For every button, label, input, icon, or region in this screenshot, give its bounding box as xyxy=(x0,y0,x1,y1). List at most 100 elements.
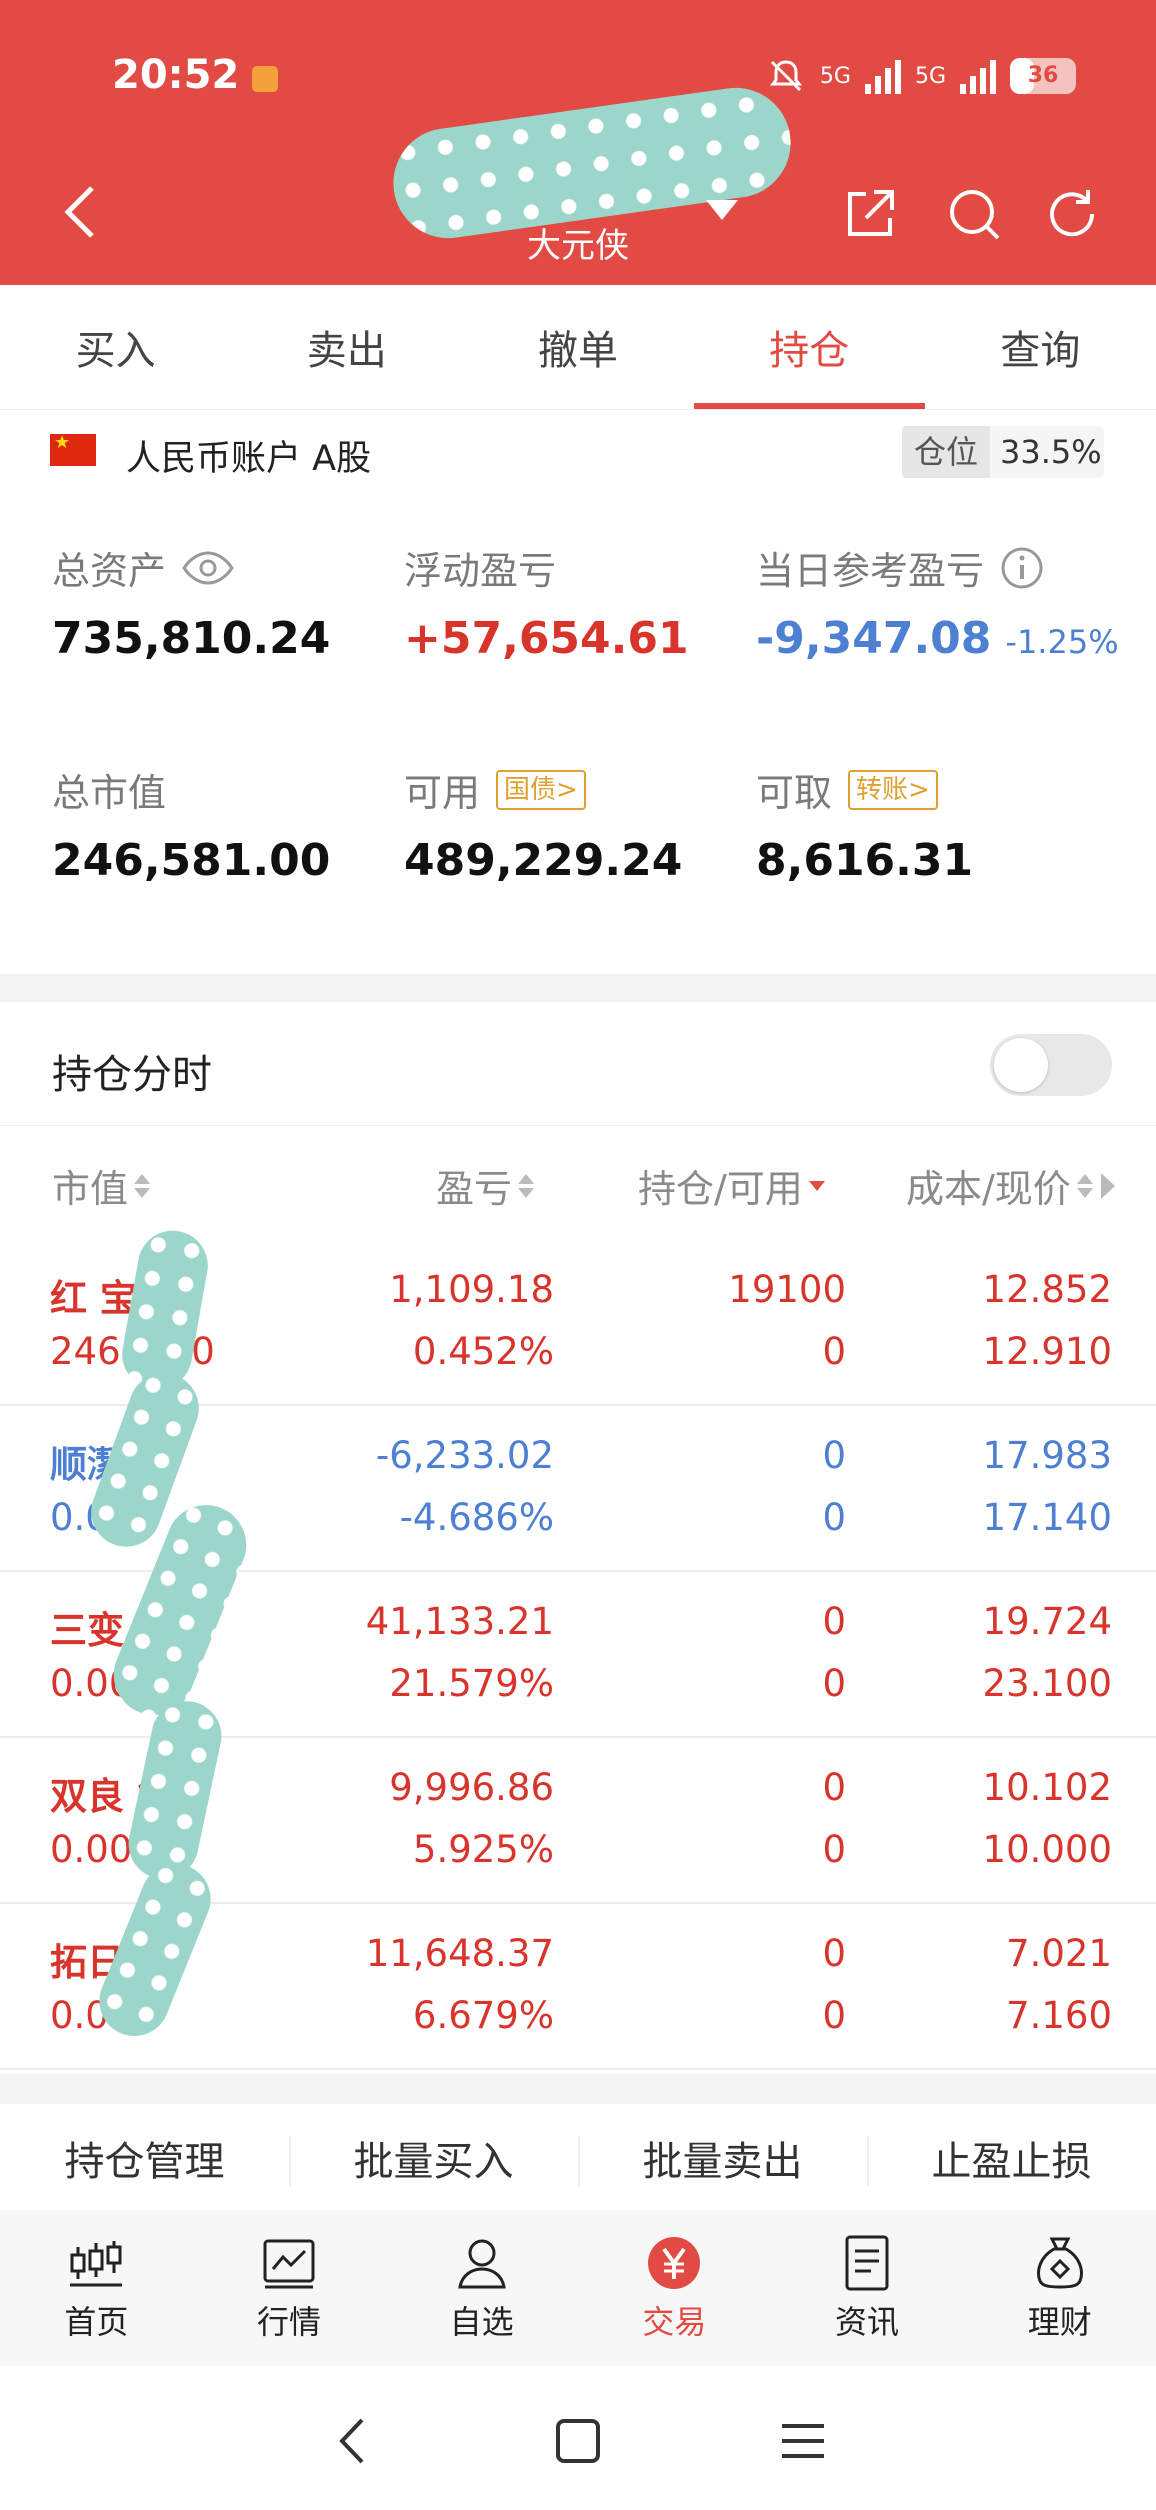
available-label: 可用 xyxy=(404,771,481,815)
stock-cost: 12.852 xyxy=(982,1268,1112,1311)
stock-cost: 17.983 xyxy=(982,1434,1112,1477)
stock-available: 0 xyxy=(822,1662,846,1705)
moneybag-icon xyxy=(1036,2237,1083,2289)
info-icon[interactable] xyxy=(1000,546,1044,590)
stock-cost: 10.102 xyxy=(982,1766,1112,1809)
market-value-label: 总市值 xyxy=(52,771,167,815)
stock-cost: 19.724 xyxy=(982,1600,1112,1643)
sort-icon xyxy=(134,1173,151,1198)
available-value: 489,229.24 xyxy=(404,835,683,886)
stock-pl: 9,996.86 xyxy=(389,1766,554,1809)
chart-icon xyxy=(263,2239,315,2289)
system-nav-bar xyxy=(0,2366,1156,2510)
system-back-icon[interactable] xyxy=(318,2406,388,2476)
bottom-nav: 首页 行情 自选 交易 资讯 理财 xyxy=(0,2210,1156,2366)
network-5g-label-1: 5G xyxy=(819,63,851,89)
account-name[interactable]: 大元侠 xyxy=(420,218,736,267)
account-type-label: 人民币账户 A股 xyxy=(126,439,372,479)
daily-pl-value: -9,347.08 xyxy=(756,613,992,664)
search-icon[interactable] xyxy=(944,184,1004,244)
account-dropdown-icon[interactable] xyxy=(706,200,738,220)
available-block: 可用 国债> 489,229.24 xyxy=(404,762,682,886)
tab-positions[interactable]: 持仓 xyxy=(693,285,926,409)
table-header: 市值 盈亏 持仓/可用 成本/现价 xyxy=(0,1128,1156,1240)
chevron-right-icon[interactable] xyxy=(1099,1171,1117,1201)
header-market-value-label: 市值 xyxy=(52,1167,129,1211)
manage-positions-button[interactable]: 持仓管理 xyxy=(0,2108,289,2208)
transfer-tag[interactable]: 转账> xyxy=(848,769,938,810)
total-assets-value: 735,810.24 xyxy=(52,613,331,664)
share-icon[interactable] xyxy=(840,184,900,244)
header-holding-label: 持仓/可用 xyxy=(638,1167,803,1211)
batch-buy-button[interactable]: 批量买入 xyxy=(289,2108,578,2208)
treasury-bond-tag[interactable]: 国债> xyxy=(496,769,586,810)
stock-pl: -6,233.02 xyxy=(375,1434,554,1477)
notification-app-icon xyxy=(252,66,278,92)
withdrawable-value: 8,616.31 xyxy=(756,835,974,886)
system-menu-icon[interactable] xyxy=(768,2406,838,2476)
nav-watchlist[interactable]: 自选 xyxy=(385,2210,578,2366)
position-timeline-label: 持仓分时 xyxy=(52,1052,212,1098)
daily-pl-percent: -1.25% xyxy=(1005,623,1119,661)
position-ratio-badge: 仓位 33.5% xyxy=(902,426,1104,478)
nav-wealth[interactable]: 理财 xyxy=(963,2210,1156,2366)
nav-market[interactable]: 行情 xyxy=(193,2210,386,2366)
status-icons: 5G 5G 36 xyxy=(766,56,1076,96)
tab-cancel[interactable]: 撤单 xyxy=(462,285,693,409)
stock-cost: 7.021 xyxy=(1006,1932,1112,1975)
eye-icon[interactable] xyxy=(182,550,234,585)
header-market-value[interactable]: 市值 xyxy=(52,1158,151,1213)
mute-icon xyxy=(769,60,802,92)
withdrawable-label: 可取 xyxy=(756,771,833,815)
sort-desc-icon xyxy=(808,1180,825,1191)
header-pl-label: 盈亏 xyxy=(436,1167,513,1211)
position-ratio-value: 33.5% xyxy=(1000,433,1102,471)
signal-icon-2 xyxy=(960,58,996,94)
nav-home[interactable]: 首页 xyxy=(0,2210,193,2366)
toggle-knob xyxy=(994,1038,1048,1092)
nav-wealth-label: 理财 xyxy=(1027,2303,1092,2341)
nav-home-label: 首页 xyxy=(64,2303,129,2341)
tab-sell[interactable]: 卖出 xyxy=(231,285,462,409)
header-holding[interactable]: 持仓/可用 xyxy=(638,1158,825,1213)
top-bar: 20:52 5G 5G 36 证券 大元侠 xyxy=(0,0,1156,285)
stock-price: 12.910 xyxy=(982,1330,1112,1373)
position-timeline-row: 持仓分时 xyxy=(0,1004,1156,1126)
nav-trade[interactable]: 交易 xyxy=(578,2210,771,2366)
floating-pl-block: 浮动盈亏 +57,654.61 xyxy=(404,540,689,664)
back-icon[interactable] xyxy=(58,182,102,242)
document-icon xyxy=(845,2235,889,2291)
stock-price: 7.160 xyxy=(1006,1994,1112,2037)
tab-query[interactable]: 查询 xyxy=(925,285,1156,409)
stock-available: 0 xyxy=(822,1994,846,2037)
floating-pl-label: 浮动盈亏 xyxy=(404,549,557,593)
candlestick-icon xyxy=(70,2241,123,2287)
nav-news[interactable]: 资讯 xyxy=(771,2210,964,2366)
stock-holding: 0 xyxy=(822,1766,846,1809)
app: 20:52 5G 5G 36 证券 大元侠 买入 卖出 撤单 持仓 查询 xyxy=(0,0,1156,2510)
stock-market-value: 0.00 xyxy=(50,1828,133,1871)
position-actions: 持仓管理 批量买入 批量卖出 止盈止损 xyxy=(0,2108,1156,2208)
header-pl[interactable]: 盈亏 xyxy=(436,1158,535,1213)
section-divider xyxy=(0,974,1156,1002)
batch-sell-button[interactable]: 批量卖出 xyxy=(578,2108,867,2208)
tab-buy[interactable]: 买入 xyxy=(0,285,231,409)
stock-pl-percent: 0.452% xyxy=(412,1330,554,1373)
stock-price: 17.140 xyxy=(982,1496,1112,1539)
battery-level: 36 xyxy=(1027,63,1059,88)
position-timeline-toggle[interactable] xyxy=(990,1034,1112,1096)
take-profit-stop-loss-button[interactable]: 止盈止损 xyxy=(867,2108,1156,2208)
stock-price: 10.000 xyxy=(982,1828,1112,1871)
user-icon xyxy=(457,2239,506,2289)
daily-pl-label: 当日参考盈亏 xyxy=(756,549,985,593)
market-value-block: 总市值 246,581.00 xyxy=(52,762,330,886)
stock-available: 0 xyxy=(822,1496,846,1539)
daily-pl-block: 当日参考盈亏 -9,347.08 -1.25% xyxy=(756,540,1119,664)
refresh-icon[interactable] xyxy=(1042,184,1102,244)
stock-pl-percent: 6.679% xyxy=(412,1994,554,2037)
account-row: 人民币账户 A股 仓位 33.5% xyxy=(0,412,1156,488)
total-assets-block: 总资产 735,810.24 xyxy=(52,540,330,664)
system-home-icon[interactable] xyxy=(543,2406,613,2476)
stock-pl: 1,109.18 xyxy=(389,1268,554,1311)
header-cost-price[interactable]: 成本/现价 xyxy=(906,1158,1117,1213)
